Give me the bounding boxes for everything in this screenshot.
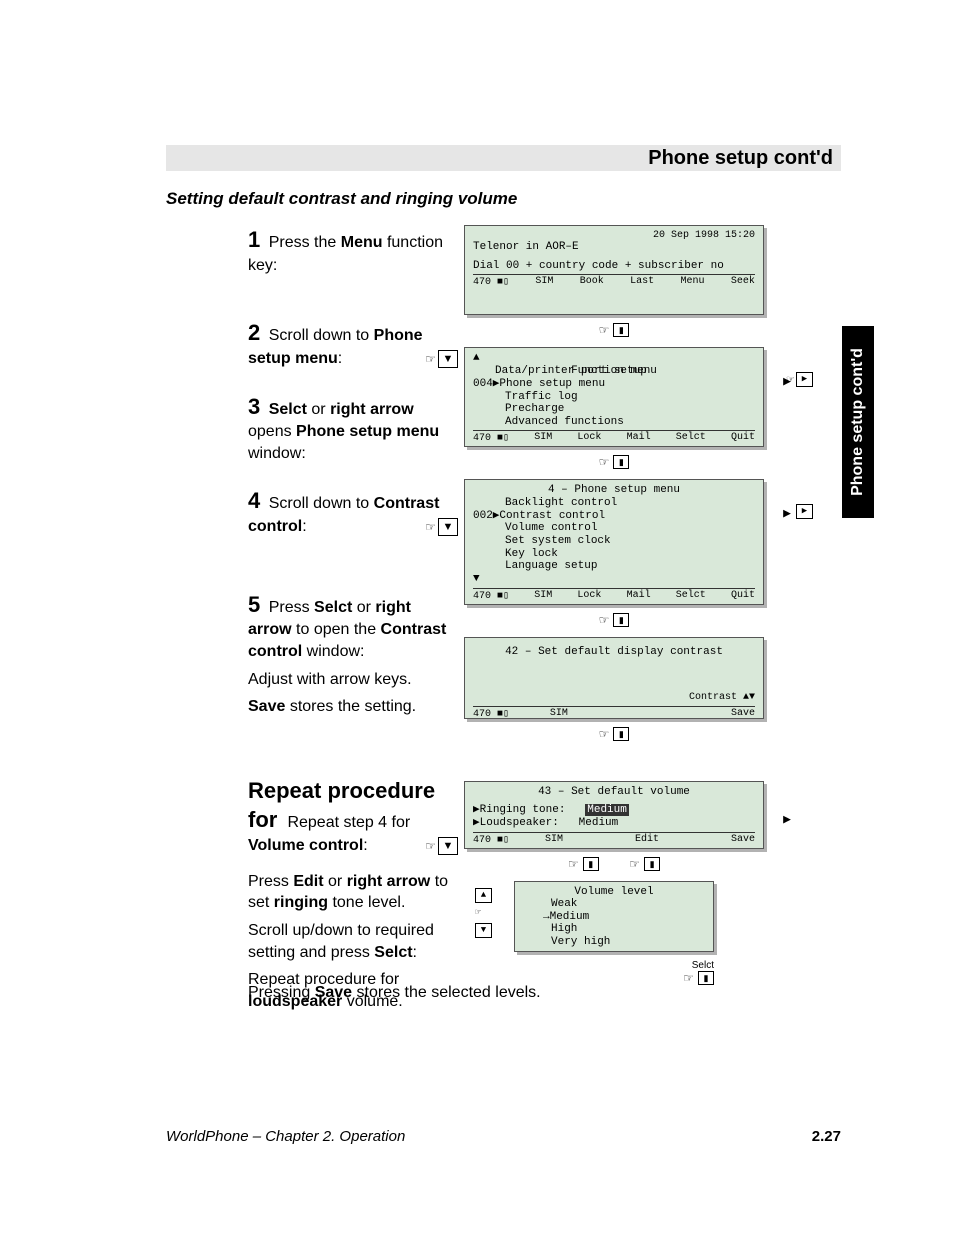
screen-contrast: 42 – Set default display contrast Contra…: [464, 637, 764, 719]
right-arrow-key[interactable]: ▶: [796, 372, 813, 387]
step-5-num: 5: [248, 592, 260, 617]
footer-page: 2.27: [812, 1128, 841, 1145]
side-tab-label: Phone setup cont'd: [849, 348, 867, 496]
step-5: 5 Press Selct or right arrow to open the…: [248, 590, 458, 718]
step-1-num: 1: [248, 227, 260, 252]
hand-icon: ☞: [599, 323, 610, 337]
softkey-save[interactable]: Save: [731, 708, 755, 720]
softkey-menu[interactable]: Menu: [681, 276, 705, 288]
screens-column: 20 Sep 1998 15:20 Telenor in AOR–E Dial …: [464, 225, 764, 985]
softkey-bar: 470 ■▯ SIM Lock Mail Selct Quit: [473, 588, 755, 602]
pause-key[interactable]: ▮: [613, 727, 629, 741]
softkey-lock[interactable]: Lock: [577, 432, 601, 444]
softkey-quit[interactable]: Quit: [731, 590, 755, 602]
down-arrow-key[interactable]: ▼: [438, 518, 458, 536]
steps-column: 1 Press the Menu function key: 2 Scroll …: [248, 225, 458, 1034]
hand-icon: ☞: [599, 613, 610, 627]
screen-function-menu: ▶ ☞▶ ▲ Function menu Data/printer port s…: [464, 347, 764, 447]
screen-home: 20 Sep 1998 15:20 Telenor in AOR–E Dial …: [464, 225, 764, 315]
side-tab: Phone setup cont'd: [842, 326, 874, 518]
softkey-last[interactable]: Last: [630, 276, 654, 288]
hand-icon: ☞: [629, 857, 640, 871]
battery-icon: ■▯: [497, 709, 509, 720]
footer-chapter: WorldPhone – Chapter 2. Operation: [166, 1128, 405, 1145]
screen-phone-setup-menu: ▶ ▶ 4 – Phone setup menu Backlight contr…: [464, 479, 764, 604]
contrast-control[interactable]: Contrast ▲▼: [473, 692, 755, 704]
battery-icon: ■▯: [497, 591, 509, 602]
hand-icon: ☞: [599, 455, 610, 469]
down-arrow-key[interactable]: ▼: [438, 837, 458, 855]
softkey-edit[interactable]: Edit: [635, 834, 659, 846]
softkey-save[interactable]: Save: [731, 834, 755, 846]
final-note: Pressing Save stores the selected levels…: [248, 984, 541, 1002]
ringing-value: Medium: [585, 804, 629, 816]
right-arrow-icon: ▶: [783, 812, 791, 827]
hand-icon: ☞: [425, 838, 436, 854]
menu-item-ringing[interactable]: ▶Ringing tone:: [473, 804, 565, 816]
pause-key[interactable]: ▮: [613, 455, 629, 469]
step-2-num: 2: [248, 320, 260, 345]
header-title: Phone setup cont'd: [648, 147, 833, 170]
pause-key[interactable]: ▮: [613, 613, 629, 627]
screen-volume: ▶ 43 – Set default volume ▶Ringing tone:…: [464, 781, 764, 849]
hand-icon: ☞: [599, 727, 610, 741]
softkey-bar: 470 ■▯ SIM Edit Save: [473, 832, 755, 846]
hand-icon: ☞: [683, 971, 694, 985]
down-arrow-icon: ▼: [473, 573, 755, 586]
hand-icon: ☞: [425, 519, 436, 535]
section-title: Setting default contrast and ringing vol…: [166, 189, 517, 209]
datetime: 20 Sep 1998 15:20: [473, 230, 755, 241]
softkey-seek[interactable]: Seek: [731, 276, 755, 288]
hand-icon: ☞: [475, 907, 490, 919]
step-4-num: 4: [248, 488, 260, 513]
pause-key[interactable]: ▮: [644, 857, 660, 871]
header-bar: Phone setup cont'd: [166, 145, 841, 171]
down-arrow-key[interactable]: ▼: [438, 350, 458, 368]
softkey-selct[interactable]: Selct: [464, 960, 714, 971]
menu-item-loudspeaker[interactable]: ▶Loudspeaker:: [473, 817, 559, 829]
softkey-mail[interactable]: Mail: [627, 432, 651, 444]
softkey-quit[interactable]: Quit: [731, 432, 755, 444]
pause-key[interactable]: ▮: [698, 971, 714, 985]
right-arrow-key[interactable]: ▶: [796, 504, 813, 519]
down-arrow-key[interactable]: ▼: [475, 923, 492, 938]
menu-item-contrast-control[interactable]: 002▶Contrast control: [473, 510, 755, 523]
page-footer: WorldPhone – Chapter 2. Operation 2.27: [166, 1128, 841, 1145]
softkey-bar: 470 ■▯ SIM Lock Mail Selct Quit: [473, 430, 755, 444]
pause-key[interactable]: ▮: [613, 323, 629, 337]
volume-level-medium[interactable]: →Medium: [523, 911, 705, 924]
screen-volume-level: ▲ ☞ ▼ Volume level Weak →Medium High Ver…: [514, 881, 714, 952]
step-1: 1 Press the Menu function key:: [248, 225, 458, 276]
softkey-book[interactable]: Book: [580, 276, 604, 288]
up-arrow-key[interactable]: ▲: [475, 888, 492, 903]
loudspeaker-value: Medium: [579, 817, 619, 829]
hand-icon: ☞: [568, 857, 579, 871]
step-4: 4 Scroll down to Contrast control: ☞▼: [248, 486, 458, 537]
hand-icon: ☞: [425, 351, 436, 367]
menu-item-phone-setup[interactable]: 004▶Phone setup menu: [473, 378, 755, 391]
right-arrow-icon: ▶: [783, 506, 791, 521]
step-6: Repeat procedure for Repeat step 4 for V…: [248, 776, 458, 1013]
battery-icon: ■▯: [497, 277, 509, 288]
softkey-selct[interactable]: Selct: [676, 590, 706, 602]
up-arrow-icon: ▲: [473, 352, 755, 365]
pause-key[interactable]: ▮: [583, 857, 599, 871]
softkey-lock[interactable]: Lock: [577, 590, 601, 602]
battery-icon: ■▯: [497, 835, 509, 846]
battery-icon: ■▯: [497, 433, 509, 444]
softkey-bar: 470 ■▯ SIM Save: [473, 706, 755, 720]
step-2: 2 Scroll down to Phone setup menu: ☞▼: [248, 318, 458, 369]
step-3-num: 3: [248, 394, 260, 419]
softkey-mail[interactable]: Mail: [627, 590, 651, 602]
softkey-selct[interactable]: Selct: [676, 432, 706, 444]
step-3: 3 Selct or right arrow opens Phone setup…: [248, 392, 458, 465]
softkey-bar: 470 ■▯ SIM Book Last Menu Seek: [473, 274, 755, 288]
hand-icon: ☞: [787, 372, 794, 387]
